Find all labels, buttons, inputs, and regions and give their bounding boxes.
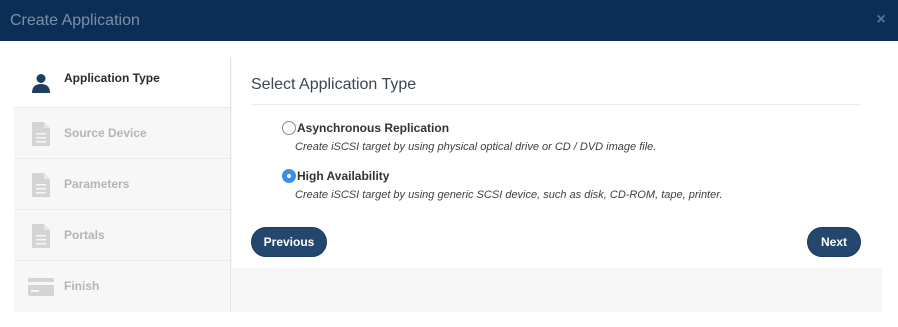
option-label[interactable]: Asynchronous Replication bbox=[297, 121, 449, 135]
user-icon bbox=[27, 69, 55, 97]
step-application-type[interactable]: Application Type bbox=[14, 57, 230, 108]
option-description: Create iSCSI target by using physical op… bbox=[295, 141, 657, 153]
wizard-panel: Application Type Source Device Parameter… bbox=[14, 57, 882, 312]
step-parameters[interactable]: Parameters bbox=[14, 159, 230, 210]
step-label: Portals bbox=[64, 228, 105, 242]
radio-asynchronous-replication[interactable] bbox=[282, 121, 296, 135]
option-description: Create iSCSI target by using generic SCS… bbox=[295, 189, 723, 201]
dialog-titlebar: Create Application × bbox=[0, 0, 898, 41]
close-icon[interactable]: × bbox=[873, 11, 889, 29]
title-divider bbox=[251, 104, 861, 105]
previous-button[interactable]: Previous bbox=[251, 227, 327, 257]
step-finish[interactable]: Finish bbox=[14, 261, 230, 312]
content-title: Select Application Type bbox=[251, 76, 417, 93]
next-button[interactable]: Next bbox=[807, 227, 861, 257]
step-source-device[interactable]: Source Device bbox=[14, 108, 230, 159]
document-icon bbox=[27, 171, 55, 199]
step-label: Application Type bbox=[64, 71, 160, 85]
radio-high-availability[interactable] bbox=[282, 169, 296, 183]
step-label: Parameters bbox=[64, 177, 130, 191]
wizard-steps: Application Type Source Device Parameter… bbox=[14, 57, 231, 312]
wizard-content: Select Application Type Asynchronous Rep… bbox=[232, 57, 882, 268]
create-application-dialog: Create Application × Application Type So… bbox=[0, 0, 898, 327]
dialog-title: Create Application bbox=[10, 11, 140, 29]
credit-card-icon bbox=[27, 273, 55, 301]
document-icon bbox=[27, 120, 55, 148]
step-label: Source Device bbox=[64, 126, 147, 140]
step-portals[interactable]: Portals bbox=[14, 210, 230, 261]
option-label[interactable]: High Availability bbox=[297, 169, 389, 183]
step-label: Finish bbox=[64, 279, 100, 293]
document-icon bbox=[27, 222, 55, 250]
